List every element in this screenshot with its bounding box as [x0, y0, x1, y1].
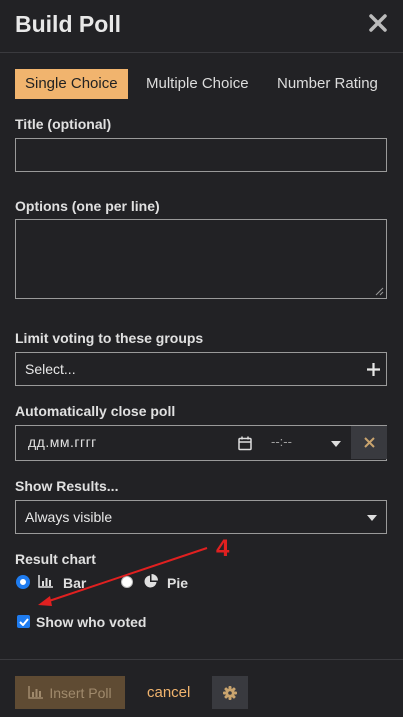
annotation-arrow: [38, 547, 208, 606]
annotation-number: 4: [216, 535, 230, 562]
